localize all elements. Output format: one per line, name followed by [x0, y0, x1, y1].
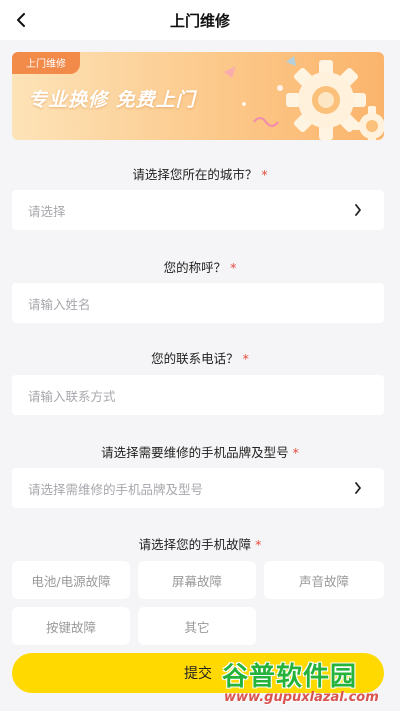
- banner-tag: 上门维修: [12, 52, 80, 74]
- phone-model-select[interactable]: 请选择需维修的手机品牌及型号: [12, 468, 384, 508]
- required-mark: *: [230, 260, 237, 275]
- phone-question-label: 您的联系电话？ *: [0, 348, 400, 367]
- city-placeholder: 请选择: [28, 203, 66, 219]
- gears-illustration-icon: [224, 56, 384, 140]
- fault-option-buttons[interactable]: 按键故障: [12, 607, 130, 645]
- phone-label-text: 您的联系电话？: [151, 351, 239, 366]
- phone-placeholder: 请输入联系方式: [28, 388, 116, 404]
- top-nav-bar: 上门维修: [0, 0, 400, 40]
- back-chevron-icon: [17, 13, 25, 27]
- required-mark: *: [292, 445, 299, 460]
- fault-option-sound[interactable]: 声音故障: [264, 561, 384, 599]
- name-label-text: 您的称呼？: [163, 260, 227, 275]
- required-mark: *: [261, 167, 268, 182]
- city-label-text: 请选择您所在的城市？: [132, 167, 258, 182]
- fault-option-battery[interactable]: 电池/电源故障: [12, 561, 130, 599]
- banner-slogan: 专业换修 免费上门: [28, 89, 196, 111]
- submit-label: 提交: [184, 666, 212, 682]
- watermark-url: www.gupuxlazal.com: [224, 690, 379, 705]
- site-watermark: 谷普软件园 www.gupuxlazal.com: [218, 656, 400, 711]
- page-title: 上门维修: [169, 11, 230, 30]
- promo-banner: 上门维修 专业换修 免费上门: [12, 52, 384, 140]
- back-button[interactable]: [10, 8, 34, 32]
- model-label-text: 请选择需要维修的手机品牌及型号: [101, 445, 289, 460]
- chevron-right-icon: [355, 482, 361, 494]
- watermark-logo: 谷普软件园: [222, 662, 358, 692]
- model-placeholder: 请选择需维修的手机品牌及型号: [28, 481, 204, 497]
- name-input[interactable]: 请输入姓名: [12, 283, 384, 323]
- city-question-label: 请选择您所在的城市？ *: [0, 164, 400, 183]
- fault-label-text: 请选择您的手机故障: [138, 537, 252, 552]
- city-select[interactable]: 请选择: [12, 190, 384, 230]
- required-mark: *: [255, 537, 262, 552]
- chevron-right-icon: [355, 204, 361, 216]
- fault-question-label: 请选择您的手机故障 *: [0, 534, 400, 553]
- phone-input[interactable]: 请输入联系方式: [12, 375, 384, 415]
- fault-option-other[interactable]: 其它: [138, 607, 256, 645]
- name-placeholder: 请输入姓名: [28, 296, 91, 312]
- model-question-label: 请选择需要维修的手机品牌及型号 *: [0, 442, 400, 461]
- required-mark: *: [242, 351, 249, 366]
- fault-option-screen[interactable]: 屏幕故障: [138, 561, 256, 599]
- name-question-label: 您的称呼？ *: [0, 257, 400, 276]
